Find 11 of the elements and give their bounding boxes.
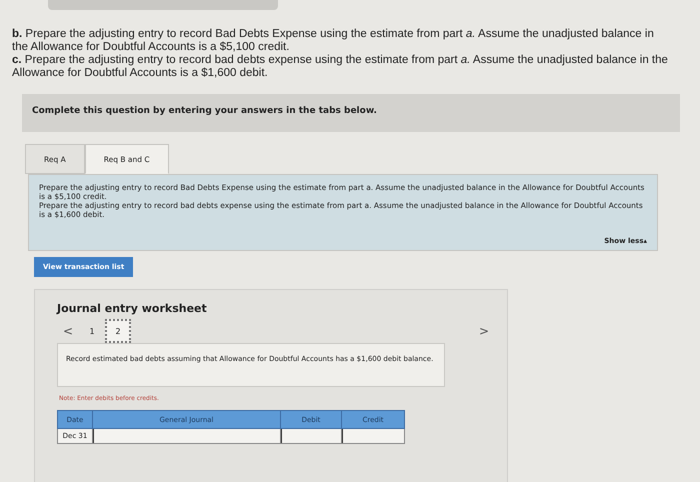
worksheet-title: Journal entry worksheet: [57, 302, 208, 315]
instruction-banner: Complete this question by entering your answers in the tabs below.: [22, 94, 680, 132]
account-field[interactable]: [93, 429, 280, 443]
question-text: c. Prepare the adjusting entry to record bad debts expense using the estimate from part a. Assume the unadjusted balance in the Allowance for Doubtful Accounts is a $1,600 debit.: [12, 54, 669, 80]
next-button[interactable]: >: [472, 324, 495, 338]
question-text: b. Prepare the adjusting entry to record Bad Debts Expense using the estimate from part a. Assume the unadjusted balance in the Allowance for Doubtful Accounts is a $5,100 credit.: [12, 28, 655, 54]
previous-button[interactable]: <: [57, 324, 80, 338]
step-button[interactable]: 2: [105, 319, 132, 343]
step-button[interactable]: 1: [79, 319, 106, 343]
debit-field[interactable]: [281, 429, 341, 443]
credit-field[interactable]: [342, 429, 404, 443]
